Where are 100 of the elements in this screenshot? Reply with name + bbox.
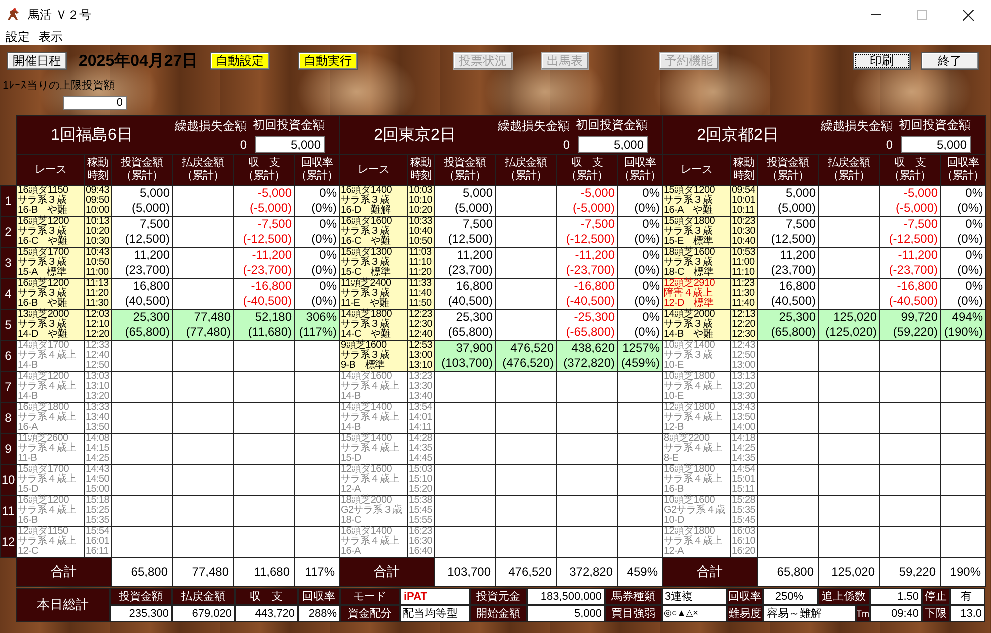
column-header: 払戻金額 （累計） [172, 154, 234, 186]
setting-value: 容易～難解 [763, 605, 856, 622]
race-info-cell: 16頭芝1800 サラ系４歳上 16-B [662, 464, 730, 496]
start-time-cell: 10:23 10:30 10:40 [730, 216, 758, 248]
race-info-cell: 12頭ダ1800 サラ系４歳上 12-A [662, 526, 730, 558]
total-cell: 65,800 [112, 558, 172, 586]
start-time-cell: 15:38 15:45 15:55 [408, 496, 434, 526]
return-rate-cell: 0% (0%) [940, 216, 986, 248]
payout-cell [172, 278, 234, 310]
day-total-value: 288% [298, 605, 340, 622]
payout-cell [496, 310, 556, 340]
balance-cell: 52,180 (11,680) [234, 310, 294, 340]
balance-cell: -11,200 (-23,700) [234, 248, 294, 278]
toggle-button[interactable]: 自動設定 [210, 52, 270, 70]
payout-cell [496, 372, 556, 402]
race-info-cell: 14頭芝1200 サラ系４歳上 14-B [16, 372, 84, 402]
payout-cell [172, 186, 234, 216]
initial-investment-label: 初回投資金額 [899, 117, 971, 134]
race-info-cell: 15頭ダ1200 サラ系３歳 16-A や難 [662, 186, 730, 216]
balance-cell [880, 402, 940, 434]
payout-cell: 77,480 (77,480) [172, 310, 234, 340]
payout-cell [818, 372, 880, 402]
return-rate-cell: 1257% (459%) [618, 340, 662, 372]
start-time-cell: 15:28 15:35 15:45 [730, 496, 758, 526]
balance-cell [234, 434, 294, 464]
toggle-button[interactable]: 自動実行 [298, 52, 358, 70]
print-button[interactable]: 印刷 [853, 52, 911, 70]
date-label: 2025年04月27日 [79, 52, 198, 72]
balance-cell: 438,620 (372,820) [556, 340, 618, 372]
start-time-cell: 14:43 14:50 15:00 [84, 464, 112, 496]
initial-investment-field[interactable]: 5,000 [578, 136, 648, 153]
menu-item[interactable]: 表示 [37, 30, 70, 45]
race-info-cell: 15頭ダ1700 サラ系４歳上 15-D [16, 464, 84, 496]
race-number: 10 [0, 464, 16, 496]
return-rate-cell [940, 340, 986, 372]
balance-cell [556, 434, 618, 464]
race-info-cell: 14頭ダ1700 サラ系４歳上 14-B [16, 340, 84, 372]
payout-cell: 476,520 (476,520) [496, 340, 556, 372]
race-info-cell: 16頭芝1200 サラ系４歳上 16-B [16, 496, 84, 526]
start-time-cell: 12:03 12:10 12:20 [84, 310, 112, 340]
setting-label: 馬券種類 [605, 588, 662, 605]
total-cell: 65,800 [758, 558, 818, 586]
return-rate-cell [618, 402, 662, 434]
race-info-cell: 8頭芝2200 サラ系４歳上 8-E [662, 434, 730, 464]
race-info-cell: 10頭芝1600 G2サラ系４歳 10-D [662, 496, 730, 526]
payout-cell [172, 464, 234, 496]
exit-button[interactable]: 終了 [921, 52, 979, 70]
payout-cell [496, 496, 556, 526]
start-time-cell: 09:43 09:50 10:00 [84, 186, 112, 216]
balance-cell: -16,800 (-40,500) [556, 278, 618, 310]
limit-label: 1ﾚｰｽ当りの上限投資額 [3, 78, 116, 93]
race-number: 3 [0, 248, 16, 278]
investment-cell: 5,000 (5,000) [758, 186, 818, 216]
day-total-value: 679,020 [172, 605, 235, 622]
column-header: 投資金額 （累計） [758, 154, 818, 186]
race-number: 1 [0, 186, 16, 216]
total-cell: 459% [618, 558, 662, 586]
payout-cell [818, 402, 880, 434]
race-info-cell: 15頭ダ1800 サラ系３歳 15-E 標準 [662, 216, 730, 248]
column-header: 収 支 （累計） [880, 154, 940, 186]
schedule-button[interactable]: 開催日程 [7, 52, 67, 70]
start-time-cell: 11:23 11:30 11:40 [730, 278, 758, 310]
balance-cell [880, 434, 940, 464]
setting-value: 配当均等型 [400, 605, 470, 622]
balance-cell: -16,800 (-40,500) [880, 278, 940, 310]
carryover-value: 0 [563, 138, 570, 152]
total-cell: 372,820 [556, 558, 618, 586]
day-total-header: 収 支 [235, 588, 298, 605]
limit-input-field[interactable]: 0 [63, 96, 127, 110]
investment-cell: 16,800 (40,500) [112, 278, 172, 310]
return-rate-cell: 0% (0%) [618, 186, 662, 216]
investment-cell: 16,800 (40,500) [434, 278, 496, 310]
initial-investment-field[interactable]: 5,000 [901, 136, 971, 153]
balance-cell [556, 526, 618, 558]
return-rate-cell: 0% (0%) [294, 248, 340, 278]
menu-item[interactable]: 設定 [4, 30, 37, 45]
total-cell: 125,020 [818, 558, 880, 586]
balance-cell [234, 340, 294, 372]
column-header: 収 支 （累計） [234, 154, 294, 186]
race-info-cell: 11頭芝2600 サラ系４歳上 11-B [16, 434, 84, 464]
race-info-cell: 16頭芝1200 サラ系３歳 16-C や難 [16, 216, 84, 248]
race-number: 6 [0, 340, 16, 372]
return-rate-cell [940, 372, 986, 402]
balance-cell: 99,720 (59,220) [880, 310, 940, 340]
investment-cell: 11,200 (23,700) [112, 248, 172, 278]
venue-title: 1回福島6日 [50, 126, 134, 146]
initial-investment-field[interactable]: 5,000 [255, 136, 325, 153]
return-rate-cell: 0% (0%) [940, 186, 986, 216]
start-time-cell: 10:43 10:50 11:00 [84, 248, 112, 278]
payout-cell [172, 496, 234, 526]
investment-cell: 11,200 (23,700) [758, 248, 818, 278]
setting-label: 開始金額 [470, 605, 527, 622]
day-total-value: 443,720 [235, 605, 298, 622]
setting-label: 難易度 [727, 605, 763, 622]
payout-cell [496, 464, 556, 496]
carryover-label: 繰越損失金額 [821, 118, 893, 135]
race-number: 12 [0, 526, 16, 558]
column-header: 回収率 （累計） [618, 154, 662, 186]
balance-cell [880, 496, 940, 526]
payout-cell [818, 464, 880, 496]
